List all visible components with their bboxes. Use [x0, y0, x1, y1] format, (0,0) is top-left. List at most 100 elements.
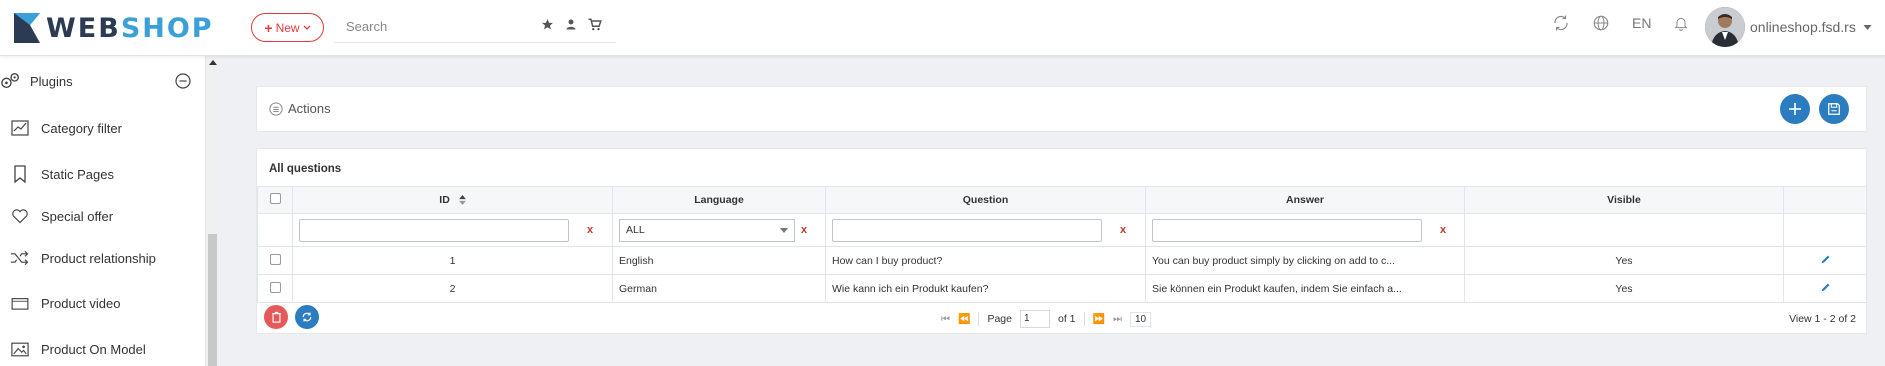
chart-icon	[9, 117, 31, 139]
sidebar-item-label: Product relationship	[41, 250, 156, 266]
add-button[interactable]	[1780, 94, 1810, 124]
row-checkbox[interactable]	[269, 253, 281, 265]
cell-answer: Sie können ein Produkt kaufen, indem Sie…	[1145, 274, 1465, 303]
page-size-select[interactable]: 10	[1129, 311, 1152, 327]
question-filter-input[interactable]	[832, 218, 1102, 242]
save-button[interactable]	[1819, 94, 1849, 124]
column-header-answer[interactable]: Answer	[1145, 186, 1465, 214]
column-header-language[interactable]: Language	[612, 186, 826, 214]
bell-icon[interactable]	[1673, 14, 1689, 32]
sidebar-item-special-offer[interactable]: Special offer	[0, 201, 205, 231]
column-header-id[interactable]: ID	[292, 186, 613, 214]
clear-language-filter[interactable]: x	[801, 224, 807, 236]
column-header-actions	[1783, 186, 1867, 214]
grid-title: All questions	[269, 163, 342, 175]
logo[interactable]: WEBSHOP	[12, 8, 214, 48]
search-bar	[334, 12, 616, 43]
refresh-icon[interactable]	[1552, 14, 1570, 32]
pencil-icon[interactable]	[1820, 282, 1831, 293]
collapse-icon[interactable]	[175, 73, 191, 92]
clear-id-filter[interactable]: x	[587, 224, 593, 236]
sidebar-item-static-pages[interactable]: Static Pages	[0, 159, 205, 189]
clear-question-filter[interactable]: x	[1120, 224, 1126, 236]
id-filter-input[interactable]	[299, 218, 569, 242]
scrollbar-thumb[interactable]	[208, 234, 217, 366]
sidebar-item-label: Product video	[41, 295, 121, 311]
shuffle-icon	[9, 247, 31, 269]
first-page-icon[interactable]: ⏮	[941, 314, 950, 325]
delete-button[interactable]	[264, 305, 288, 329]
sidebar-item-category-filter[interactable]: Category filter	[0, 113, 205, 143]
cell-language: English	[612, 246, 826, 275]
sidebar-item-product-on-model[interactable]: Product On Model	[0, 334, 205, 364]
bookmark-icon	[9, 163, 31, 185]
globe-icon[interactable]	[1592, 14, 1610, 32]
select-all-cell	[257, 186, 293, 214]
star-icon[interactable]	[541, 18, 554, 31]
actions-panel: Actions	[256, 86, 1867, 132]
video-icon	[9, 292, 31, 314]
refresh-icon	[302, 312, 312, 322]
column-header-question[interactable]: Question	[825, 186, 1146, 214]
cell-language: German	[612, 274, 826, 303]
user-icon[interactable]	[565, 18, 577, 31]
sidebar-item-label: Special offer	[41, 208, 114, 224]
language-filter-select[interactable]: ALL	[619, 218, 795, 242]
caret-down-icon	[1863, 25, 1872, 31]
pager: ⏮ ⏪ Page 1 of 1 ⏩ ⏭ 10 View 1 - 2 of 2	[257, 301, 1866, 333]
save-icon	[1828, 103, 1840, 115]
column-header-visible[interactable]: Visible	[1464, 186, 1784, 214]
new-button[interactable]: + New	[251, 13, 324, 42]
last-page-icon[interactable]: ⏭	[1113, 314, 1122, 325]
avatar[interactable]	[1705, 7, 1745, 47]
search-input[interactable]	[334, 12, 524, 40]
page-label: Page	[987, 313, 1012, 325]
sidebar-item-label: Product On Model	[41, 341, 146, 357]
page-input[interactable]: 1	[1019, 310, 1050, 328]
prev-page-icon[interactable]: ⏪	[958, 314, 970, 325]
filter-row: x ALL x x x	[257, 213, 1867, 247]
clear-answer-filter[interactable]: x	[1440, 224, 1446, 236]
trash-icon	[271, 311, 281, 323]
heart-icon	[9, 205, 31, 227]
pencil-icon[interactable]	[1820, 254, 1831, 265]
sidebar-item-label: Static Pages	[41, 166, 114, 182]
select-all-checkbox[interactable]	[269, 193, 281, 204]
cell-question: Wie kann ich ein Produkt kaufen?	[825, 274, 1146, 303]
cart-icon[interactable]	[588, 18, 602, 31]
logo-text: WEBSHOP	[46, 12, 214, 44]
sidebar-scrollbar[interactable]	[205, 56, 218, 366]
cell-answer: You can buy product simply by clicking o…	[1145, 246, 1465, 275]
answer-filter-input[interactable]	[1152, 218, 1422, 242]
top-header: WEBSHOP + New EN onlineshop.fsd.rs	[0, 0, 1885, 56]
sort-icon[interactable]	[458, 195, 466, 206]
chevron-down-icon	[303, 25, 311, 30]
view-info: View 1 - 2 of 2	[1789, 313, 1856, 325]
scroll-up-arrow-icon[interactable]	[209, 60, 217, 65]
questions-grid: All questions ID Language Question Answe…	[256, 148, 1867, 334]
language-selector[interactable]: EN	[1632, 15, 1651, 31]
table-header-row: ID Language Question Answer Visible	[257, 186, 1867, 214]
table-row[interactable]: 2 German Wie kann ich ein Produkt kaufen…	[257, 274, 1867, 303]
refresh-grid-button[interactable]	[295, 305, 319, 329]
sidebar: Plugins Category filter Static Pages Spe…	[0, 56, 218, 366]
actions-title: Actions	[288, 101, 331, 116]
cell-question: How can I buy product?	[825, 246, 1146, 275]
chevron-down-icon	[780, 227, 788, 233]
new-button-label: New	[275, 20, 300, 35]
sidebar-section-label: Plugins	[30, 73, 73, 89]
cell-visible: Yes	[1464, 246, 1784, 275]
next-page-icon[interactable]: ⏩	[1093, 314, 1105, 325]
image-icon	[9, 338, 31, 360]
sidebar-item-product-relationship[interactable]: Product relationship	[0, 243, 205, 273]
cell-id: 1	[292, 246, 613, 275]
table-row[interactable]: 1 English How can I buy product? You can…	[257, 246, 1867, 275]
sidebar-item-product-video[interactable]: Product video	[0, 288, 205, 318]
plus-icon: +	[264, 19, 273, 36]
sidebar-section-plugins[interactable]: Plugins	[0, 66, 205, 96]
page-total: of 1	[1057, 313, 1076, 325]
row-checkbox[interactable]	[269, 281, 281, 293]
plugins-icon	[0, 70, 22, 92]
user-menu[interactable]: onlineshop.fsd.rs	[1750, 19, 1872, 35]
cell-visible: Yes	[1464, 274, 1784, 303]
